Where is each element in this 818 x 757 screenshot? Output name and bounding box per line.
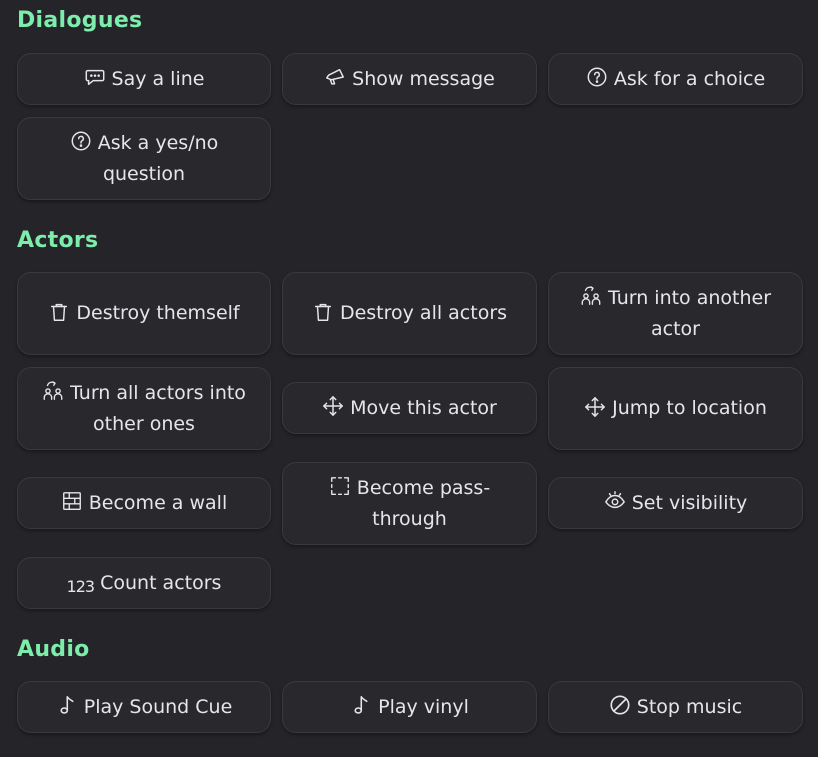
brick-wall-icon <box>61 490 83 512</box>
question-circle-icon <box>70 130 92 152</box>
play-vinyl-button[interactable]: Play vinyl <box>282 681 537 733</box>
section-title-audio: Audio <box>17 637 90 662</box>
stop-music-label: Stop music <box>636 695 743 718</box>
become-wall-button[interactable]: Become a wall <box>17 477 271 529</box>
destroy-themself-button[interactable]: Destroy themself <box>17 272 271 355</box>
jump-to-location-button[interactable]: Jump to location <box>548 367 803 450</box>
move-arrows-icon <box>584 396 606 418</box>
set-visibility-label: Set visibility <box>631 491 748 514</box>
play-sound-cue-button[interactable]: Play Sound Cue <box>17 681 271 733</box>
show-message-button[interactable]: Show message <box>282 53 537 105</box>
eye-icon <box>604 490 626 512</box>
ask-yes-no-button[interactable]: Ask a yes/no question <box>17 117 271 200</box>
music-note-icon <box>56 694 78 716</box>
turn-into-another-button[interactable]: Turn into another actor <box>548 272 803 355</box>
trash-icon <box>312 301 334 323</box>
move-arrows-icon <box>322 395 344 417</box>
turn-all-actors-button[interactable]: Turn all actors into other ones <box>17 367 271 450</box>
megaphone-icon <box>324 66 346 88</box>
move-this-actor-label: Move this actor <box>350 396 497 419</box>
say-line-label: Say a line <box>111 67 205 90</box>
ask-choice-button[interactable]: Ask for a choice <box>548 53 803 105</box>
section-title-actors: Actors <box>17 228 99 253</box>
set-visibility-button[interactable]: Set visibility <box>548 477 803 529</box>
play-sound-cue-label: Play Sound Cue <box>83 695 233 718</box>
speech-bubble-icon <box>84 66 106 88</box>
section-title-dialogues: Dialogues <box>17 8 143 33</box>
trash-icon <box>48 301 70 323</box>
destroy-all-actors-label: Destroy all actors <box>339 302 508 324</box>
numbers-icon: 123 <box>66 577 96 596</box>
ask-choice-label: Ask for a choice <box>613 67 766 90</box>
prohibited-icon <box>609 694 631 716</box>
destroy-all-actors-button[interactable]: Destroy all actors <box>282 272 537 355</box>
people-swap-icon <box>580 285 602 307</box>
play-vinyl-label: Play vinyl <box>378 695 469 718</box>
people-swap-icon <box>42 380 64 402</box>
music-note-icon <box>350 694 372 716</box>
show-message-label: Show message <box>352 67 495 90</box>
count-actors-button[interactable]: 123 Count actors <box>17 557 271 609</box>
move-this-actor-button[interactable]: Move this actor <box>282 382 537 434</box>
turn-into-another-label: Turn into another actor <box>607 286 772 340</box>
stop-music-button[interactable]: Stop music <box>548 681 803 733</box>
count-actors-label: Count actors <box>100 571 222 594</box>
ask-yes-no-label: Ask a yes/no question <box>97 131 219 185</box>
become-passthrough-button[interactable]: Become pass-through <box>282 462 537 545</box>
jump-to-location-label: Jump to location <box>612 397 767 419</box>
become-wall-label: Become a wall <box>88 491 228 514</box>
question-circle-icon <box>586 66 608 88</box>
dashed-square-icon <box>329 475 351 497</box>
say-line-button[interactable]: Say a line <box>17 53 271 105</box>
become-passthrough-label: Become pass-through <box>356 476 491 530</box>
action-catalog: Dialogues Say a line Show message Ask fo… <box>0 0 818 757</box>
turn-all-actors-label: Turn all actors into other ones <box>70 381 246 435</box>
destroy-themself-label: Destroy themself <box>76 302 240 324</box>
